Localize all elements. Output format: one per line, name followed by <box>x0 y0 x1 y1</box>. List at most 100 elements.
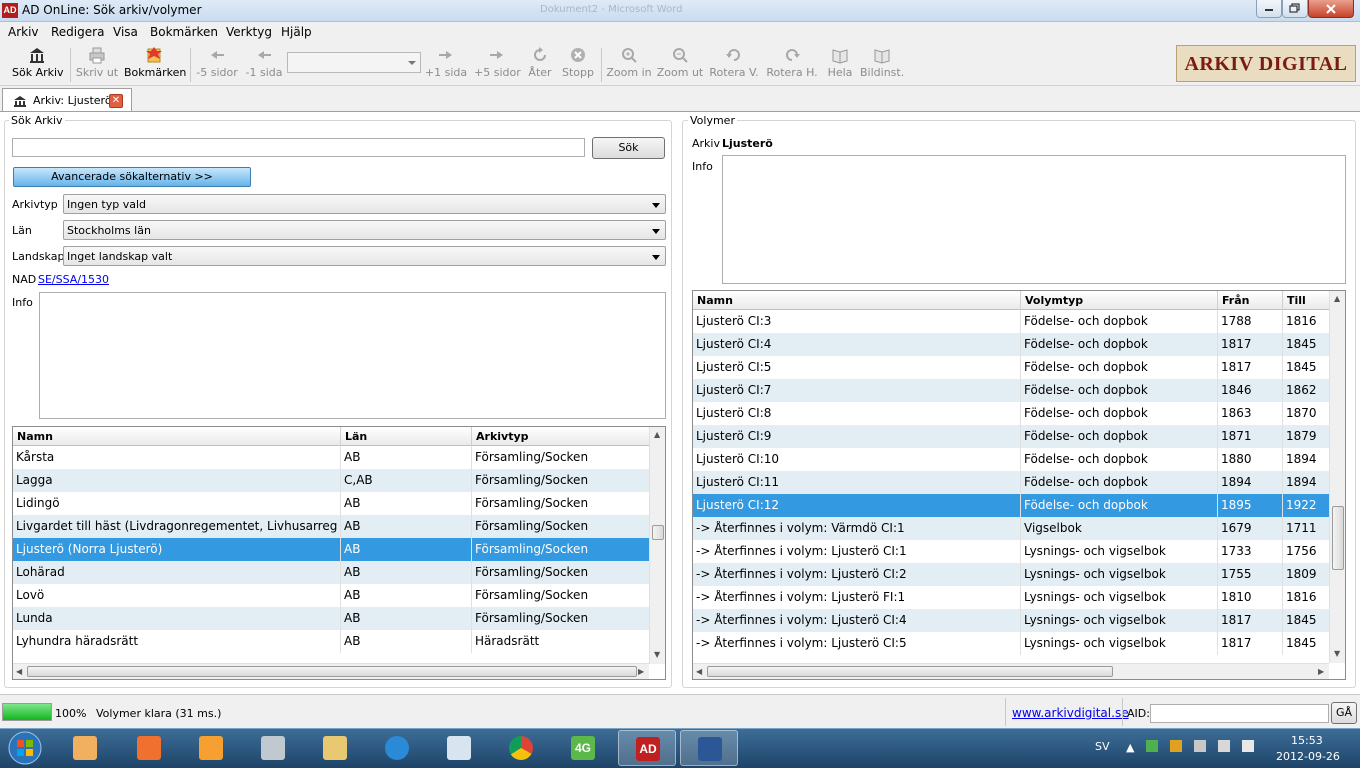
volume-row[interactable]: Ljusterö CI:9 Födelse- och dopbok 1871 1879 <box>693 425 1329 448</box>
aid-input[interactable] <box>1150 704 1329 723</box>
scroll-right-icon[interactable]: ▶ <box>1318 667 1324 676</box>
column-namn[interactable]: Namn <box>697 294 733 307</box>
search-input[interactable] <box>12 138 585 157</box>
volymer-info-textarea[interactable] <box>722 155 1346 284</box>
taskbar-4g[interactable]: 4G <box>554 730 612 766</box>
skriv-ut-button[interactable]: Skriv ut <box>74 46 120 84</box>
volume-row[interactable]: -> Återfinnes i volym: Ljusterö CI:4 Lysn… <box>693 609 1329 632</box>
scroll-up-icon[interactable]: ▲ <box>1334 294 1340 303</box>
advanced-search-button[interactable]: Avancerade sökalternativ >> <box>13 167 251 187</box>
archive-row[interactable]: Lunda AB Församling/Socken <box>13 607 649 630</box>
menu-hjalp[interactable]: Hjälp <box>281 25 312 39</box>
scroll-thumb[interactable] <box>27 666 637 677</box>
nad-link[interactable]: SE/SSA/1530 <box>38 273 109 286</box>
volume-row[interactable]: -> Återfinnes i volym: Ljusterö FI:1 Lysn… <box>693 586 1329 609</box>
volume-row[interactable]: -> Återfinnes i volym: Ljusterö CI:1 Lysn… <box>693 540 1329 563</box>
taskbar-office[interactable] <box>120 730 178 766</box>
taskbar-chrome[interactable] <box>492 730 550 766</box>
scroll-left-icon[interactable]: ◀ <box>696 667 702 676</box>
hela-button[interactable]: Hela <box>826 46 854 84</box>
volume-row[interactable]: Ljusterö CI:5 Födelse- och dopbok 1817 1845 <box>693 356 1329 379</box>
scroll-thumb[interactable] <box>707 666 1113 677</box>
taskbar-word[interactable] <box>680 730 738 766</box>
taskbar-outlook[interactable] <box>182 730 240 766</box>
archive-row[interactable]: Lohärad AB Församling/Socken <box>13 561 649 584</box>
close-button[interactable] <box>1308 0 1354 18</box>
archive-row[interactable]: Lagga C,AB Församling/Socken <box>13 469 649 492</box>
info-textarea[interactable] <box>39 292 666 419</box>
minimize-button[interactable] <box>1256 0 1282 18</box>
ga-button[interactable]: GÅ <box>1331 702 1357 724</box>
menu-visa[interactable]: Visa <box>113 25 138 39</box>
bokmarken-button[interactable]: Bokmärken <box>124 46 186 84</box>
zoom-in-button[interactable]: Zoom in <box>606 46 652 84</box>
minus-5-pages-button[interactable]: -5 sidor <box>195 46 239 84</box>
device-icon[interactable] <box>1194 740 1206 752</box>
clock-date[interactable]: 2012-09-26 <box>1276 750 1340 763</box>
page-select[interactable] <box>287 52 421 73</box>
archive-row[interactable]: Ljusterö (Norra Ljusterö) AB Församling/So… <box>13 538 649 561</box>
rotera-v-button[interactable]: Rotera V. <box>708 46 760 84</box>
network-icon[interactable] <box>1146 740 1158 752</box>
language-indicator[interactable]: SV <box>1095 740 1110 753</box>
arkivtyp-select[interactable]: Ingen typ vald <box>63 194 666 214</box>
ater-button[interactable]: Åter <box>526 46 554 84</box>
archives-vertical-scrollbar[interactable]: ▲ ▼ <box>649 427 665 664</box>
tab-arkiv-ljustero[interactable]: Arkiv: Ljusterö ✕ <box>2 88 132 112</box>
security-icon[interactable] <box>1170 740 1182 752</box>
taskbar-media-player[interactable] <box>56 730 114 766</box>
taskbar-explorer[interactable] <box>306 730 364 766</box>
volume-row[interactable]: Ljusterö CI:3 Födelse- och dopbok 1788 1816 <box>693 310 1329 333</box>
column-arkivtyp[interactable]: Arkivtyp <box>476 430 529 443</box>
sok-button[interactable]: Sök <box>592 137 665 159</box>
archive-row[interactable]: Lidingö AB Församling/Socken <box>13 492 649 515</box>
stopp-button[interactable]: Stopp <box>560 46 596 84</box>
start-button[interactable] <box>2 730 48 766</box>
bildinst-button[interactable]: Bildinst. <box>860 46 904 84</box>
scroll-right-icon[interactable]: ▶ <box>638 667 644 676</box>
archive-row[interactable]: Lovö AB Församling/Socken <box>13 584 649 607</box>
column-till[interactable]: Till <box>1287 294 1306 307</box>
menu-bokmarken[interactable]: Bokmärken <box>150 25 218 39</box>
volymer-horizontal-scrollbar[interactable]: ◀ ▶ <box>693 663 1329 679</box>
volume-row[interactable]: Ljusterö CI:8 Födelse- och dopbok 1863 1870 <box>693 402 1329 425</box>
clock-time[interactable]: 15:53 <box>1291 734 1323 747</box>
column-volymtyp[interactable]: Volymtyp <box>1025 294 1083 307</box>
rotera-h-button[interactable]: Rotera H. <box>766 46 818 84</box>
scroll-down-icon[interactable]: ▼ <box>654 650 660 659</box>
column-namn[interactable]: Namn <box>17 430 53 443</box>
zoom-ut-button[interactable]: Zoom ut <box>656 46 704 84</box>
lan-select[interactable]: Stockholms län <box>63 220 666 240</box>
maximize-button[interactable] <box>1282 0 1308 18</box>
volume-icon[interactable] <box>1242 740 1254 752</box>
taskbar-internet-explorer[interactable] <box>368 730 426 766</box>
website-link[interactable]: www.arkivdigital.se <box>1012 706 1129 720</box>
volume-row[interactable]: -> Återfinnes i volym: Ljusterö CI:5 Lysn… <box>693 632 1329 655</box>
taskbar-app[interactable] <box>430 730 488 766</box>
scroll-left-icon[interactable]: ◀ <box>16 667 22 676</box>
scroll-up-icon[interactable]: ▲ <box>654 430 660 439</box>
column-fran[interactable]: Från <box>1222 294 1250 307</box>
volume-row[interactable]: Ljusterö CI:11 Födelse- och dopbok 1894 189… <box>693 471 1329 494</box>
minus-1-page-button[interactable]: -1 sida <box>244 46 284 84</box>
archives-horizontal-scrollbar[interactable]: ◀ ▶ <box>13 663 649 679</box>
archive-row[interactable]: Lyhundra häradsrätt AB Häradsrätt <box>13 630 649 653</box>
menu-verktyg[interactable]: Verktyg <box>226 25 272 39</box>
taskbar-ad-online[interactable]: AD <box>618 730 676 766</box>
volume-row[interactable]: Ljusterö CI:7 Födelse- och dopbok 1846 1862 <box>693 379 1329 402</box>
menu-arkiv[interactable]: Arkiv <box>8 25 39 39</box>
signal-icon[interactable] <box>1218 740 1230 752</box>
archive-row[interactable]: Kårsta AB Församling/Socken <box>13 446 649 469</box>
volume-row[interactable]: Ljusterö CI:12 Födelse- och dopbok 1895 192… <box>693 494 1329 517</box>
scroll-thumb[interactable] <box>1332 506 1344 570</box>
taskbar-calculator[interactable] <box>244 730 302 766</box>
plus-5-pages-button[interactable]: +5 sidor <box>474 46 521 84</box>
volume-row[interactable]: Ljusterö CI:10 Födelse- och dopbok 1880 189… <box>693 448 1329 471</box>
volume-row[interactable]: -> Återfinnes i volym: Ljusterö CI:2 Lysn… <box>693 563 1329 586</box>
menu-redigera[interactable]: Redigera <box>51 25 104 39</box>
landskap-select[interactable]: Inget landskap valt <box>63 246 666 266</box>
archive-row[interactable]: Livgardet till häst (Livdragonregementet… <box>13 515 649 538</box>
volume-row[interactable]: Ljusterö CI:4 Födelse- och dopbok 1817 1845 <box>693 333 1329 356</box>
show-hidden-icons-icon[interactable]: ▲ <box>1126 741 1134 754</box>
volymer-vertical-scrollbar[interactable]: ▲ ▼ <box>1329 291 1345 663</box>
